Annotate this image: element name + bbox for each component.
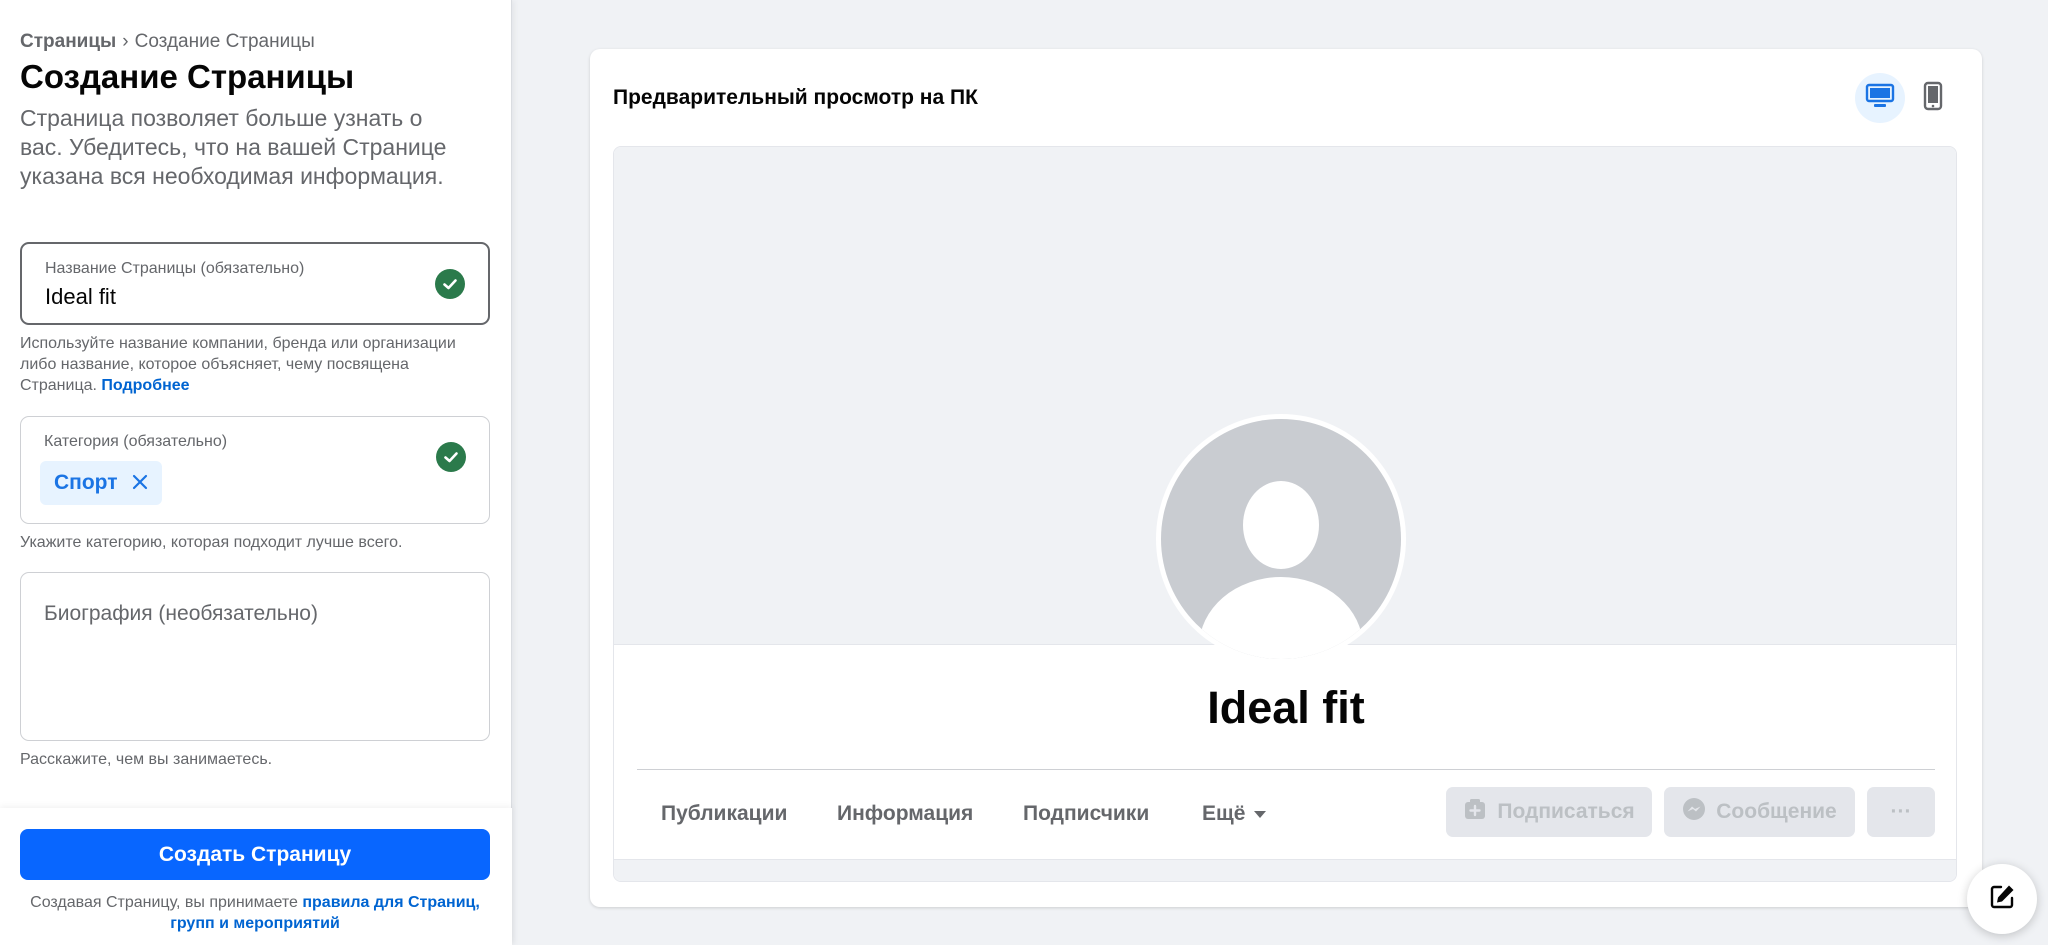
category-label: Категория (обязательно) [44,433,228,450]
breadcrumb-current: Создание Страницы [134,31,315,52]
tab-followers[interactable]: Подписчики [1023,802,1149,826]
terms-text: Создавая Страницу, вы принимаете правила… [30,892,480,934]
more-options-button[interactable]: ··· [1867,787,1935,837]
follow-icon [1463,797,1487,827]
category-chip: Спорт [40,461,162,505]
preview-divider [637,769,1935,770]
message-label: Сообщение [1716,800,1837,823]
create-page-button[interactable]: Создать Страницу [20,829,490,880]
compose-icon [1987,882,2017,917]
breadcrumb-pages-link[interactable]: Страницы [20,31,116,52]
preview-card: Предварительный просмотр на ПК Ideal fit… [590,49,1982,907]
avatar [1156,414,1406,664]
compose-button[interactable] [1967,864,2037,934]
terms-prefix: Создавая Страницу, вы принимаете [30,894,303,911]
avatar-body [1199,577,1363,659]
message-button[interactable]: Сообщение [1664,787,1855,837]
breadcrumb-separator: › [122,31,129,52]
category-chip-label: Спорт [54,471,118,494]
close-icon[interactable] [132,472,148,494]
create-page-panel: Страницы › Создание Страницы Создание Стра… [0,0,512,945]
bio-placeholder: Биография (необязательно) [44,602,318,625]
panel-footer: Создать Страницу Создавая Страницу, вы п… [0,808,512,945]
breadcrumb: Страницы › Создание Страницы [20,31,315,53]
page-name-help: Используйте название компании, бренда ил… [20,333,480,396]
page-name-field[interactable]: Название Страницы (обязательно) Ideal fi… [20,242,490,325]
mobile-preview-button[interactable] [1908,73,1958,123]
caret-down-icon [1253,802,1267,826]
check-circle-icon [435,269,465,299]
tab-more[interactable]: Ещё [1202,802,1267,826]
preview-content-strip [614,859,1956,881]
avatar-head [1243,481,1319,569]
follow-button[interactable]: Подписаться [1446,787,1652,837]
category-field[interactable]: Категория (обязательно) Спорт [20,416,490,524]
page-description: Страница позволяет больше узнать о вас. … [20,105,447,189]
category-help: Укажите категорию, которая подходит лучш… [20,534,403,551]
page-title: Создание Страницы [20,58,355,95]
learn-more-link[interactable]: Подробнее [101,377,189,394]
tab-posts[interactable]: Публикации [661,802,787,826]
preview-title: Предварительный просмотр на ПК [613,86,978,109]
bio-field[interactable]: Биография (необязательно) [20,572,490,741]
mobile-icon [1923,81,1943,116]
messenger-icon [1682,797,1706,827]
more-icon: ··· [1890,800,1912,823]
tab-about[interactable]: Информация [837,802,973,826]
page-name-value[interactable]: Ideal fit [45,284,116,310]
follow-label: Подписаться [1497,800,1635,823]
desktop-icon [1865,83,1895,114]
bio-help: Расскажите, чем вы занимаетесь. [20,751,273,768]
desktop-preview-button[interactable] [1855,73,1905,123]
tab-more-label: Ещё [1202,802,1246,825]
profile-placeholder-icon [1161,419,1401,659]
check-circle-icon [436,442,466,472]
page-name-label: Название Страницы (обязательно) [45,260,305,277]
preview-page-name: Ideal fit [1207,682,1365,733]
page-name-help-text: Используйте название компании, бренда ил… [20,335,456,394]
page-preview: Ideal fit Публикации Информация Подписчи… [613,146,1957,882]
